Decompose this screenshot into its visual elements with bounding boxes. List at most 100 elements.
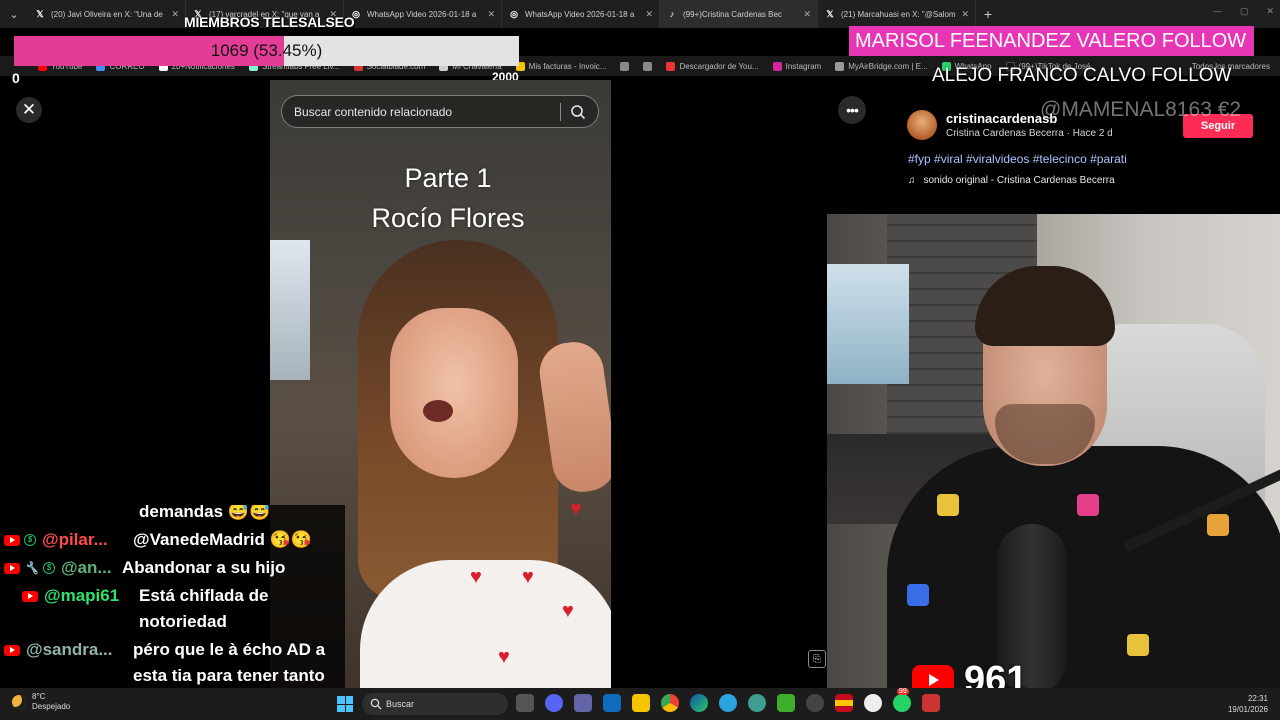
discord-icon[interactable] (545, 694, 563, 712)
browser-tab[interactable]: 𝕏 (20) Javi Oliveira en X: "Una de ✕ (28, 0, 186, 28)
bookmark[interactable] (643, 61, 653, 71)
close-icon: ✕ (21, 100, 37, 119)
member-badge-icon: $ (24, 534, 36, 546)
close-tab-icon[interactable]: ✕ (803, 9, 811, 20)
telegram-icon[interactable] (719, 694, 737, 712)
taskbar-search[interactable]: Buscar (362, 693, 508, 715)
author-avatar[interactable] (907, 110, 937, 140)
chat-text: @VanedeMadrid 😘😘 (133, 530, 312, 549)
tiktok-icon: ♪ (669, 9, 675, 19)
chat-message: @mapi61 Está chiflada de notoriedad (22, 583, 309, 635)
close-tab-icon[interactable]: ✕ (961, 9, 969, 20)
video-scene-mouth (423, 400, 453, 422)
outlook-icon[interactable] (603, 694, 621, 712)
goal-progress-text: 1069 (53.45%) (210, 41, 323, 60)
goal-min-label: 0 (12, 70, 20, 86)
weather-widget[interactable]: 8°C Despejado (12, 692, 70, 712)
webcam-scene-monitor (827, 264, 909, 384)
video-scene-window (270, 240, 310, 380)
tab-title: WhatsApp Video 2026-01-18 a (367, 9, 477, 19)
search-icon (370, 698, 382, 710)
video-scene-face (390, 308, 518, 478)
related-content-search[interactable]: Buscar contenido relacionado (281, 95, 599, 128)
maximize-icon[interactable]: ▢ (1240, 6, 1249, 17)
heart-pattern-icon: ♥ (470, 566, 482, 588)
clock-time: 22:31 (1247, 694, 1268, 703)
video-caption: Parte 1 Rocío Flores (270, 158, 626, 238)
browser-tab[interactable]: ◎ WhatsApp Video 2026-01-18 a ✕ (344, 0, 502, 28)
search-placeholder: Buscar contenido relacionado (294, 104, 453, 119)
chat-badges (4, 637, 20, 663)
tab-title: (21) Marcahuasi en X: "@Salom (841, 9, 956, 19)
download-icon (666, 61, 676, 71)
camtasia-icon[interactable] (777, 694, 795, 712)
task-view-icon[interactable] (516, 694, 534, 712)
caption-line: Parte 1 (404, 163, 492, 193)
close-window-icon[interactable]: ✕ (1266, 6, 1274, 17)
heart-pattern-icon: ♥ (522, 566, 534, 588)
follow-alert: ALEJO FRANCO CALVO FOLLOW (932, 65, 1232, 86)
youtube-badge-icon (4, 534, 20, 546)
youtube-badge-icon (22, 590, 38, 602)
settings-icon[interactable] (806, 694, 824, 712)
whatsapp-icon[interactable]: 99 (893, 688, 911, 712)
chat-text: Está chiflada de notoriedad (139, 586, 269, 631)
moderator-badge-icon: 🔧 (24, 561, 39, 575)
more-options-button[interactable]: ••• (838, 96, 866, 124)
close-tab-icon[interactable]: ✕ (487, 9, 495, 20)
close-tab-icon[interactable]: ✕ (645, 9, 653, 20)
webcam-scene-patch (1207, 514, 1229, 536)
video-scene-shirt (360, 560, 611, 688)
close-tab-icon[interactable]: ✕ (171, 9, 179, 20)
browser-tab[interactable]: 𝕏 (21) Marcahuasi en X: "@Salom ✕ (818, 0, 976, 28)
obs-icon[interactable] (864, 694, 882, 712)
start-button[interactable] (337, 696, 353, 712)
bookmark[interactable]: MyAirBridge.com | E... (835, 61, 928, 71)
chat-username: @mapi61 (44, 586, 120, 605)
goal-progress-bar: 1069 (53.45%) (14, 36, 519, 66)
browser-tab-active[interactable]: ♪ (99+)Cristina Cardenas Bec ✕ (660, 0, 818, 28)
chat-badges: $ (4, 527, 36, 553)
minimize-icon[interactable]: — (1213, 6, 1222, 17)
more-icon: ••• (846, 102, 859, 118)
browser-icon[interactable] (748, 694, 766, 712)
youtube-badge-icon (4, 644, 20, 656)
moon-icon (12, 695, 26, 709)
chat-message: $ @pilar... @VanedeMadrid 😘😘 (4, 527, 333, 553)
bookmark[interactable] (620, 61, 630, 71)
search-divider (560, 103, 561, 121)
taskbar-search-label: Buscar (386, 699, 415, 709)
tab-search-button[interactable]: ⌄ (0, 0, 28, 28)
system-clock[interactable]: 22:31 19/01/2026 (1228, 693, 1268, 715)
chat-message: 🔧 $ @an... Abandonar a su hijo (4, 555, 322, 581)
tab-title: (99+)Cristina Cardenas Bec (683, 9, 782, 19)
goal-title: MIEMBROS TELESALSEO (184, 14, 355, 30)
bookmark[interactable]: Instagram (772, 61, 821, 71)
edge-icon[interactable] (690, 694, 708, 712)
new-tab-button[interactable]: + (976, 6, 1000, 22)
browser-tab[interactable]: ◎ WhatsApp Video 2026-01-18 a ✕ (502, 0, 660, 28)
video-sound[interactable]: ♫ sonido original - Cristina Cardenas Be… (908, 175, 1115, 186)
caption-line: Rocío Flores (371, 203, 525, 233)
video-hashtags[interactable]: #fyp #viral #viralvideos #telecinco #par… (908, 152, 1127, 166)
webcam-scene-patch (1077, 494, 1099, 516)
play-icon (929, 674, 939, 686)
chrome-icon[interactable] (661, 694, 679, 712)
instagram-icon (772, 61, 782, 71)
chat-username: @an... (60, 558, 112, 577)
bookmark[interactable]: Descargador de You... (666, 61, 759, 71)
flag-icon[interactable] (835, 694, 853, 712)
close-video-button[interactable]: ✕ (16, 97, 42, 123)
tab-title: (20) Javi Oliveira en X: "Una de (51, 9, 163, 19)
taskbar-apps: 99 (516, 688, 940, 712)
webcam-scene-patch (1127, 634, 1149, 656)
bookmark[interactable]: Mis facturas - Invoic... (515, 61, 606, 71)
chat-message-partial: demandas 😅😅 (139, 505, 271, 521)
copy-link-icon[interactable]: ⎘ (808, 650, 826, 668)
heart-pattern-icon: ♥ (562, 600, 574, 622)
chat-badges: 🔧 $ (4, 555, 55, 581)
file-explorer-icon[interactable] (632, 694, 650, 712)
app-icon[interactable] (922, 694, 940, 712)
teams-icon[interactable] (574, 694, 592, 712)
search-icon[interactable] (570, 104, 586, 120)
